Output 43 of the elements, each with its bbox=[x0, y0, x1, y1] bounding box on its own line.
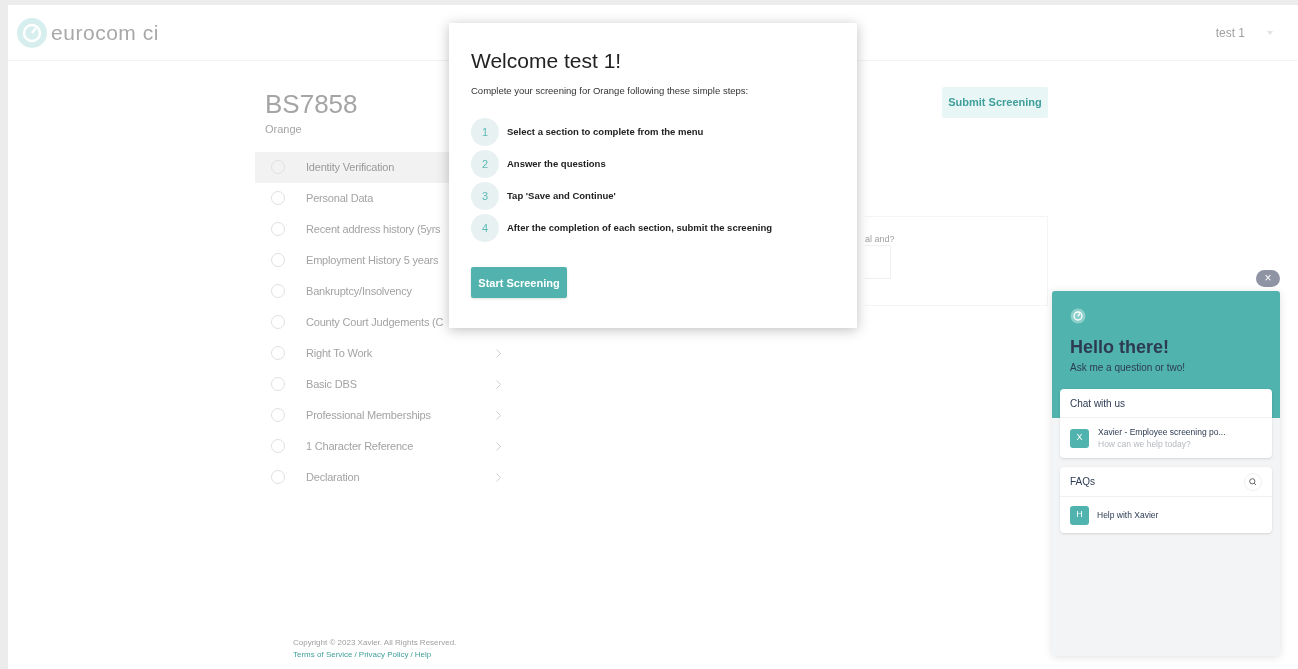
separator-text: / bbox=[354, 649, 357, 661]
conversation-name: Xavier - Employee screening po... bbox=[1098, 426, 1226, 438]
step-text: Select a section to complete from the menu bbox=[507, 125, 704, 140]
faq-heading: FAQs bbox=[1070, 475, 1095, 489]
question-text: al and? bbox=[865, 233, 896, 245]
step-number: 4 bbox=[471, 214, 499, 243]
user-menu[interactable]: test 1 bbox=[1215, 23, 1245, 42]
faq-title: Help with Xavier bbox=[1097, 508, 1159, 522]
footer-link[interactable]: Help bbox=[414, 649, 432, 661]
copyright-text: Copyright © 2023 Xavier. All Rights Reserved. bbox=[293, 637, 458, 649]
step-text: Answer the questions bbox=[507, 157, 606, 172]
search-icon[interactable] bbox=[1244, 472, 1262, 491]
chat-subtitle: Ask me a question or two! bbox=[1070, 361, 1187, 375]
start-screening-button[interactable]: Start Screening bbox=[471, 267, 567, 299]
submit-screening-button[interactable]: Submit Screening bbox=[942, 87, 1048, 118]
chevron-icon bbox=[496, 472, 501, 482]
logo-icon bbox=[17, 17, 47, 48]
separator-text: / bbox=[410, 649, 413, 661]
avatar: H bbox=[1070, 505, 1089, 525]
chat-greeting: Hello there! bbox=[1070, 336, 1171, 358]
avatar: X bbox=[1070, 428, 1089, 448]
chevron-icon bbox=[496, 441, 501, 451]
step-text: After the completion of each section, submit the screening bbox=[507, 221, 772, 236]
screening-title: BS7858 bbox=[265, 88, 358, 121]
step-number: 2 bbox=[471, 150, 499, 179]
dialog-title: Welcome test 1! bbox=[471, 48, 623, 74]
step-number: 3 bbox=[471, 182, 499, 211]
footer-link[interactable]: Terms of Service bbox=[293, 649, 353, 661]
caret-icon[interactable] bbox=[1267, 30, 1273, 35]
dialog-intro: Complete your screening for Orange following these simple steps: bbox=[471, 84, 750, 98]
step-text: Tap 'Save and Continue' bbox=[507, 189, 616, 204]
faq-item[interactable]: H Help with Xavier bbox=[1060, 497, 1272, 533]
chevron-icon bbox=[496, 410, 501, 420]
chat-card-heading: Chat with us bbox=[1060, 389, 1272, 418]
footer-link[interactable]: Privacy Policy bbox=[358, 649, 409, 661]
conversation-item[interactable]: X Xavier - Employee screening po... How can we help today? bbox=[1060, 418, 1272, 458]
step-number: 1 bbox=[471, 118, 499, 147]
logo-text: eurocom ci bbox=[51, 19, 159, 46]
chevron-icon bbox=[496, 348, 501, 358]
logo-icon bbox=[1070, 308, 1086, 324]
chevron-icon bbox=[496, 379, 501, 389]
conversation-preview: How can we help today? bbox=[1098, 438, 1192, 450]
client-name: Orange bbox=[265, 122, 302, 137]
